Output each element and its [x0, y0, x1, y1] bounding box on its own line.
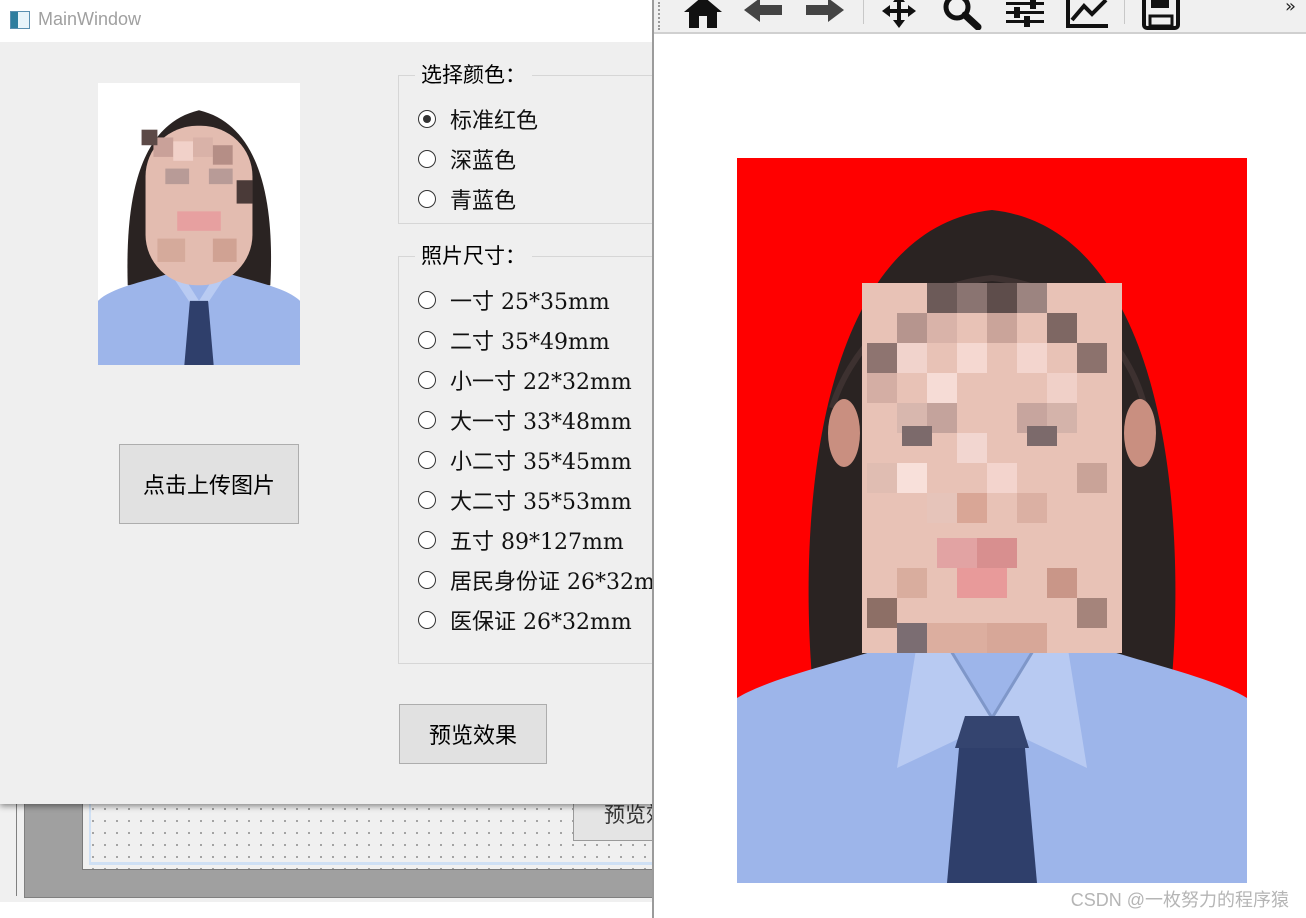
designer-form-inner — [89, 801, 656, 865]
preview-id-photo — [737, 158, 1247, 883]
color-radio-dark-blue[interactable]: 深蓝色 — [418, 144, 516, 174]
zoom-icon[interactable] — [938, 0, 984, 30]
radio-indicator — [418, 110, 436, 128]
radio-indicator — [418, 291, 436, 309]
radio-label: 深蓝色 — [450, 149, 517, 174]
upload-image-button[interactable]: 点击上传图片 — [119, 444, 299, 524]
size-radio-small-1-inch[interactable]: 小一寸 22*32mm — [418, 365, 632, 395]
radio-label: 二寸 35*49mm — [450, 330, 610, 355]
preview-effect-button[interactable]: 预览效果 — [399, 704, 547, 764]
color-radio-cyan-blue[interactable]: 青蓝色 — [418, 184, 516, 214]
radio-label: 小一寸 22*32mm — [450, 370, 632, 395]
radio-label: 大二寸 35*53mm — [450, 490, 632, 515]
toolbar-grip[interactable] — [658, 2, 664, 30]
radio-indicator — [418, 611, 436, 629]
designer-side-bar — [0, 800, 17, 896]
radio-indicator — [418, 331, 436, 349]
background-designer-window: 预览效果 — [0, 790, 719, 918]
title-bar: MainWindow — [0, 0, 654, 42]
preview-figure-window: » — [652, 0, 1306, 918]
radio-label: 标准红色 — [450, 109, 539, 134]
size-radio-1-inch[interactable]: 一寸 25*35mm — [418, 285, 610, 315]
size-radio-medical-card[interactable]: 医保证 26*32mm — [418, 605, 632, 635]
back-icon[interactable] — [740, 0, 786, 30]
radio-label: 居民身份证 26*32mm — [450, 570, 676, 595]
toolbar-separator — [1124, 0, 1125, 24]
figure-toolbar: » — [654, 0, 1306, 34]
radio-indicator — [418, 571, 436, 589]
size-radio-id-card[interactable]: 居民身份证 26*32mm — [418, 565, 676, 595]
radio-indicator — [418, 150, 436, 168]
uploaded-photo-thumbnail — [98, 83, 300, 365]
color-group-title: 选择颜色： — [415, 62, 532, 88]
radio-label: 青蓝色 — [450, 189, 517, 214]
designer-form: 预览效果 — [82, 800, 719, 870]
radio-indicator — [418, 190, 436, 208]
radio-indicator — [418, 451, 436, 469]
radio-label: 一寸 25*35mm — [450, 290, 610, 315]
radio-label: 小二寸 35*45mm — [450, 450, 632, 475]
toolbar-separator — [863, 0, 864, 24]
edit-axis-icon[interactable] — [1064, 0, 1110, 30]
size-radio-2-inch[interactable]: 二寸 35*49mm — [418, 325, 610, 355]
save-icon[interactable] — [1138, 0, 1184, 30]
home-icon[interactable] — [680, 0, 726, 30]
size-radio-5-inch[interactable]: 五寸 89*127mm — [418, 525, 624, 555]
radio-indicator — [418, 531, 436, 549]
window-title: MainWindow — [38, 9, 142, 29]
pan-icon[interactable] — [876, 0, 922, 30]
radio-label: 五寸 89*127mm — [450, 530, 624, 555]
csdn-watermark: CSDN @一枚努力的程序猿 — [1070, 890, 1289, 910]
color-radio-standard-red[interactable]: 标准红色 — [418, 104, 538, 134]
size-radio-small-2-inch[interactable]: 小二寸 35*45mm — [418, 445, 632, 475]
radio-indicator — [418, 411, 436, 429]
configure-subplots-icon[interactable] — [1002, 0, 1048, 30]
size-radio-large-1-inch[interactable]: 大一寸 33*48mm — [418, 405, 632, 435]
size-group-title: 照片尺寸： — [415, 243, 532, 269]
designer-status-strip — [0, 902, 660, 918]
radio-indicator — [418, 371, 436, 389]
size-radio-large-2-inch[interactable]: 大二寸 35*53mm — [418, 485, 632, 515]
radio-label: 医保证 26*32mm — [450, 610, 632, 635]
toolbar-overflow-button[interactable]: » — [1285, 0, 1296, 17]
radio-indicator — [418, 491, 436, 509]
radio-label: 大一寸 33*48mm — [450, 410, 632, 435]
forward-icon[interactable] — [802, 0, 848, 30]
main-window: MainWindow 点击上传图片 选择颜色： 标准红色 深蓝色 青蓝色 照片尺… — [0, 0, 698, 804]
app-icon — [10, 11, 30, 29]
